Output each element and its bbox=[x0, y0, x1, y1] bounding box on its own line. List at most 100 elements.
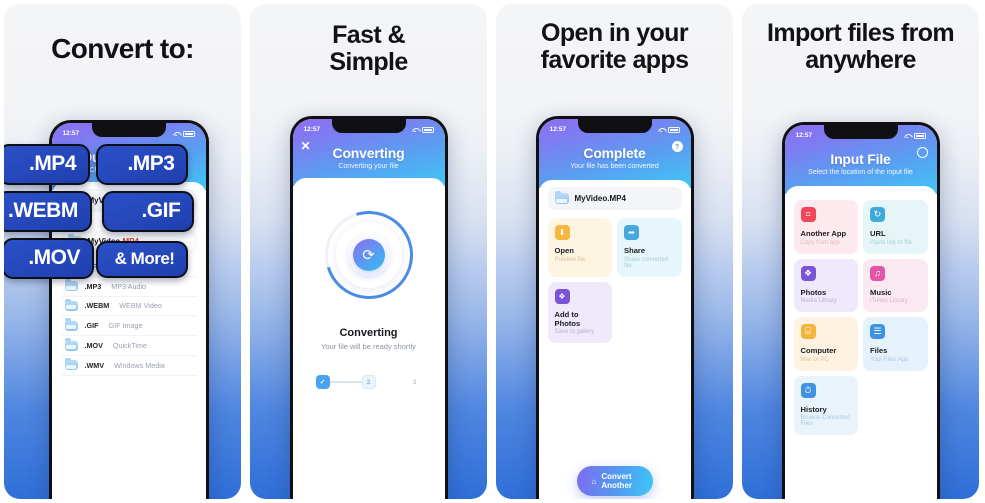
open-icon: ⬇ bbox=[554, 225, 570, 240]
format-badge: .MP4 bbox=[4, 144, 90, 185]
source-cell-files[interactable]: ☰ Files Your Files App bbox=[863, 317, 928, 371]
format-badge-stack: .MP4 .MP3 .WEBM .GIF .MOV & More! bbox=[4, 144, 241, 285]
panel-headline: Open in your favorite apps bbox=[496, 4, 733, 81]
headline-line: favorite apps bbox=[540, 45, 689, 74]
action-card-title: Add to Photos bbox=[554, 309, 581, 328]
format-icon bbox=[64, 357, 78, 371]
format-row[interactable]: .GIF GIF Image bbox=[60, 316, 197, 337]
format-desc: QuickTime bbox=[112, 341, 147, 351]
format-ext: .WMV bbox=[84, 360, 105, 370]
promo-panel-import-files: Import files from anywhere 12:57 Input F… bbox=[742, 4, 979, 499]
input-source-grid: ⌗ Another App Copy from app ↻ URL Paste … bbox=[793, 200, 928, 435]
status-bar: 12:57 bbox=[793, 128, 929, 141]
source-cell-title: Music bbox=[870, 287, 892, 297]
phone-mockup: 12:57 ? Complete Your file has been conv… bbox=[535, 116, 694, 499]
step-2: 2 bbox=[361, 375, 376, 389]
wifi-icon bbox=[173, 131, 180, 137]
app-store-screenshot-gallery: Convert to: 12:57 ‹ Output Format Choose… bbox=[0, 0, 985, 503]
source-cell-music[interactable]: ♫ Music iTunes Library bbox=[863, 258, 928, 312]
step-indicator: ✓ 2 3 bbox=[302, 375, 436, 389]
action-card-share[interactable]: ➦ Share Share converted file bbox=[617, 218, 682, 277]
source-cell-subtitle: Mac or PC bbox=[800, 356, 829, 363]
action-card-title: Share bbox=[624, 246, 646, 255]
step-connector-gap bbox=[376, 381, 408, 383]
result-file-name: MyVideo.MP4 bbox=[574, 194, 626, 203]
action-card-open[interactable]: ⬇ Open Preview file bbox=[547, 218, 612, 277]
conversion-status-subtitle: Your file will be ready shortly bbox=[321, 342, 416, 351]
format-row[interactable]: .MOV QuickTime bbox=[60, 336, 197, 356]
promo-panel-fast-simple: Fast & Simple 12:57 ✕ Converting Convert… bbox=[250, 4, 487, 499]
files-icon: ☰ bbox=[870, 324, 885, 339]
source-cell-title: Another App bbox=[800, 229, 847, 238]
format-row[interactable]: .WMV Windows Media bbox=[60, 356, 197, 376]
action-card-add-to-photos[interactable]: ❖ Add to Photos Save to gallery bbox=[547, 281, 612, 343]
source-cell-title: URL bbox=[870, 229, 886, 238]
photos-icon: ❖ bbox=[800, 265, 816, 281]
source-cell-title: Computer bbox=[800, 346, 837, 355]
source-cell-title: Photos bbox=[800, 287, 827, 297]
phone-mockup: 12:57 Input File Select the location of … bbox=[781, 122, 940, 499]
convert-another-label: Convert Another bbox=[601, 472, 633, 490]
screen-title: Input File bbox=[830, 151, 891, 167]
music-icon: ♫ bbox=[870, 265, 885, 281]
file-icon bbox=[554, 190, 569, 204]
format-icon bbox=[64, 318, 78, 331]
screen-header: 12:57 Input File Select the location of … bbox=[784, 125, 937, 194]
source-cell-history[interactable]: ⏱ History Browse Converted Files bbox=[793, 375, 858, 435]
panel-headline: Convert to: bbox=[4, 4, 241, 72]
convert-another-button[interactable]: ⌂ Convert Another bbox=[576, 466, 653, 496]
headline-line: Import files from bbox=[766, 19, 955, 47]
battery-icon bbox=[182, 130, 195, 137]
status-bar: 12:57 bbox=[547, 122, 683, 135]
source-cell-title: History bbox=[800, 404, 827, 414]
format-ext: .GIF bbox=[84, 321, 99, 331]
conversion-status-title: Converting bbox=[339, 327, 398, 339]
source-cell-subtitle: Paste link to file bbox=[870, 239, 913, 246]
format-ext: .MOV bbox=[84, 341, 103, 351]
wifi-icon bbox=[904, 133, 911, 139]
computer-icon: ⌸ bbox=[800, 324, 816, 339]
phone-screen: 12:57 ✕ Converting Converting your file bbox=[292, 119, 445, 499]
source-cell-subtitle: Browse Converted Files bbox=[800, 415, 850, 427]
phone-screen: 12:57 Input File Select the location of … bbox=[784, 125, 937, 499]
screen-title: Complete bbox=[583, 145, 646, 161]
source-cell-subtitle: Your Files App bbox=[870, 356, 909, 363]
format-desc: GIF Image bbox=[108, 321, 143, 331]
source-cell-photos[interactable]: ❖ Photos Media Library bbox=[793, 258, 858, 312]
promo-panel-open-in-apps: Open in your favorite apps 12:57 ? Compl… bbox=[496, 4, 733, 499]
battery-icon bbox=[913, 132, 926, 139]
headline-line: Convert to: bbox=[51, 33, 194, 64]
screen-body: MyVideo.MP4 ⬇ Open Preview file ➦ Share … bbox=[538, 180, 691, 499]
headline-line: anywhere bbox=[805, 45, 916, 74]
source-cell-subtitle: iTunes Library bbox=[870, 298, 908, 304]
screen-subtitle: Select the location of the input file bbox=[808, 169, 913, 176]
sync-icon: ⟳ bbox=[352, 239, 385, 271]
battery-icon bbox=[421, 126, 434, 133]
headline-line: Open in your bbox=[541, 19, 689, 47]
format-row[interactable]: .WEBM WEBM Video bbox=[60, 297, 197, 317]
source-cell-computer[interactable]: ⌸ Computer Mac or PC bbox=[793, 317, 858, 371]
format-badge: .GIF bbox=[102, 191, 195, 232]
format-badge: .MP3 bbox=[96, 144, 189, 185]
screen-header: 12:57 ✕ Converting Converting your file bbox=[292, 119, 445, 186]
step-1: ✓ bbox=[315, 375, 330, 389]
source-cell-url[interactable]: ↻ URL Paste link to file bbox=[863, 200, 928, 254]
battery-icon bbox=[667, 126, 680, 133]
source-cell-subtitle: Copy from app bbox=[800, 239, 840, 246]
format-ext: .WEBM bbox=[84, 301, 110, 311]
photos-icon: ❖ bbox=[554, 288, 570, 304]
status-bar-icons bbox=[173, 130, 195, 137]
screen-body: ⌗ Another App Copy from app ↻ URL Paste … bbox=[784, 186, 937, 499]
format-badge: .WEBM bbox=[4, 191, 92, 232]
step-connector bbox=[329, 381, 362, 383]
screen-subtitle: Converting your file bbox=[338, 163, 399, 170]
circle-icon[interactable] bbox=[916, 147, 928, 158]
source-cell-another-app[interactable]: ⌗ Another App Copy from app bbox=[793, 200, 858, 254]
format-icon bbox=[64, 338, 78, 351]
phone-screen: 12:57 ? Complete Your file has been conv… bbox=[538, 119, 691, 499]
close-icon[interactable]: ✕ bbox=[301, 139, 311, 153]
status-bar-time: 12:57 bbox=[549, 126, 567, 133]
conversion-spinner: ⟳ bbox=[308, 195, 429, 315]
history-icon: ⏱ bbox=[800, 382, 816, 398]
help-icon[interactable]: ? bbox=[671, 141, 683, 152]
